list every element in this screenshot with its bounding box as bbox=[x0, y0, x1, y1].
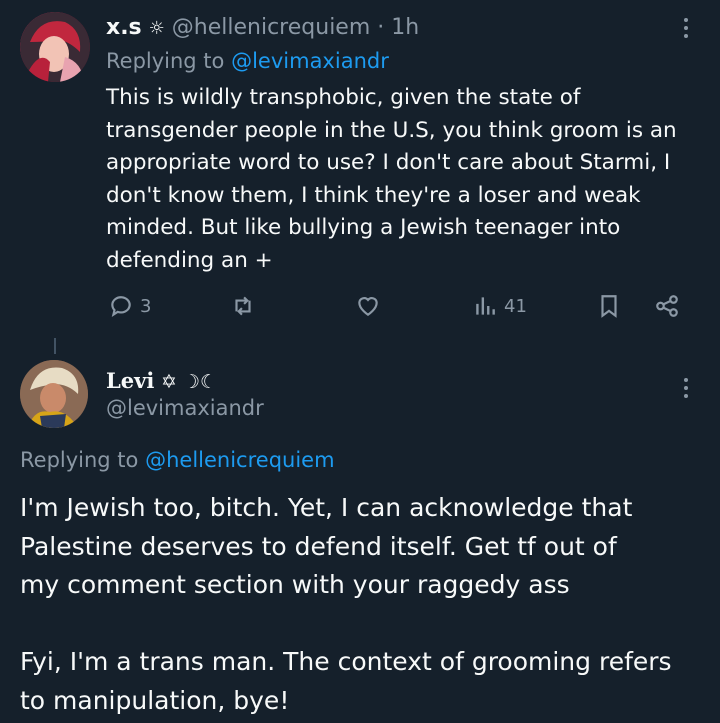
replying-to-line: Replying to @hellenicrequiem bbox=[20, 446, 335, 474]
tweet-body: This is wildly transphobic, given the st… bbox=[106, 82, 677, 277]
body-line: minded. But like bullying a Jewish teena… bbox=[106, 215, 621, 240]
body-line: defending an + bbox=[106, 247, 273, 273]
replying-prefix: Replying to bbox=[20, 448, 139, 472]
bookmark-button[interactable] bbox=[596, 290, 622, 322]
retweet-icon bbox=[235, 296, 251, 316]
replying-mention-link[interactable]: @hellenicrequiem bbox=[145, 448, 334, 472]
views-icon bbox=[476, 297, 495, 315]
avatar-tweet2[interactable] bbox=[20, 360, 88, 428]
author-name[interactable]: x.s bbox=[106, 15, 142, 40]
body-line: my comment section with your raggedy ass bbox=[20, 570, 570, 599]
like-button[interactable] bbox=[355, 290, 387, 322]
avatar-art-icon bbox=[20, 12, 90, 82]
author-symbols-icon: ✡ ☽☾ bbox=[161, 371, 218, 393]
share-button[interactable] bbox=[654, 290, 680, 322]
author-handle[interactable]: @levimaxiandr bbox=[106, 394, 264, 422]
timestamp[interactable]: 1h bbox=[391, 15, 419, 40]
more-icon[interactable] bbox=[683, 378, 689, 398]
avatar-tweet1[interactable] bbox=[20, 12, 90, 82]
reply-icon bbox=[111, 296, 131, 318]
bookmark-icon bbox=[601, 295, 617, 318]
share-icon bbox=[656, 295, 678, 317]
body-line: This is wildly transphobic, given the st… bbox=[106, 85, 581, 110]
retweet-button[interactable] bbox=[230, 290, 262, 322]
tweet-body: I'm Jewish too, bitch. Yet, I can acknow… bbox=[20, 489, 672, 720]
author-badge-icon: ☼ bbox=[148, 18, 165, 39]
body-line: don't know them, I think they're a loser… bbox=[106, 182, 641, 208]
replying-prefix: Replying to bbox=[106, 49, 225, 73]
body-line: transgender people in the U.S, you think… bbox=[106, 117, 677, 143]
reply-count: 3 bbox=[140, 295, 152, 317]
more-icon[interactable] bbox=[683, 18, 689, 38]
author-handle[interactable]: @hellenicrequiem bbox=[172, 15, 370, 40]
body-line: appropriate word to use? I don't care ab… bbox=[106, 150, 671, 175]
views-button[interactable]: 41 bbox=[472, 290, 527, 322]
body-line: I'm Jewish too, bitch. Yet, I can acknow… bbox=[20, 493, 633, 522]
author-name[interactable]: Levi bbox=[106, 368, 154, 393]
body-line: to manipulation, bye! bbox=[20, 685, 290, 715]
views-count: 41 bbox=[504, 295, 527, 317]
body-line: Fyi, I'm a trans man. The context of gro… bbox=[20, 647, 672, 676]
replying-to-line: Replying to @levimaxiandr bbox=[106, 47, 389, 75]
like-icon bbox=[358, 297, 378, 316]
body-line bbox=[20, 605, 672, 644]
thread-line bbox=[54, 338, 56, 354]
avatar-art-icon bbox=[20, 360, 88, 428]
body-line: Palestine deserves to defend itself. Get… bbox=[20, 531, 617, 561]
reply-button[interactable]: 3 bbox=[108, 290, 151, 322]
replying-mention-link[interactable]: @levimaxiandr bbox=[231, 49, 389, 73]
dot-separator: · bbox=[377, 15, 385, 40]
